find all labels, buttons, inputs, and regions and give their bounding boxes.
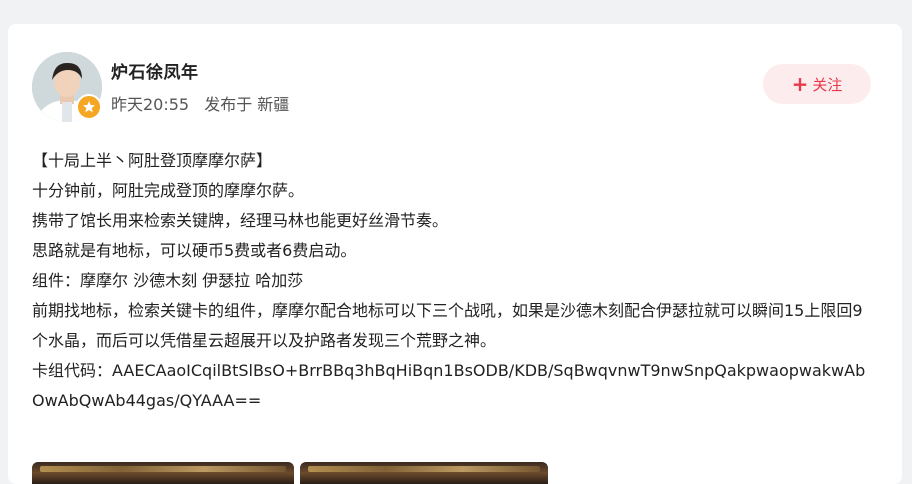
post-time: 昨天20:55: [111, 95, 190, 114]
post-image[interactable]: [32, 462, 294, 484]
post-line: 十分钟前，阿肚完成登顶的摩摩尔萨。: [32, 181, 305, 200]
post-line: 前期找地标，检索关键卡的组件，摩摩尔配合地标可以下三个战吼，如果是沙德木刻配合伊…: [32, 301, 863, 350]
post-line: 思路就是有地标，可以硬币5费或者6费启动。: [32, 241, 357, 260]
verified-badge-icon: [76, 94, 102, 120]
post-line: 组件：摩摩尔 沙德木刻 伊瑟拉 哈加莎: [32, 271, 304, 290]
follow-label: 关注: [812, 75, 843, 94]
post-image[interactable]: [300, 462, 548, 484]
plus-icon: +: [791, 72, 809, 96]
post-card: 炉石徐凤年 昨天20:55 发布于 新疆 + 关注 【十局上半丶阿肚登顶摩摩尔萨…: [8, 24, 902, 484]
deck-code-line: 卡组代码：AAECAaoICqilBtSlBsO+BrrBBq3hBqHiBqn…: [32, 361, 866, 410]
post-location: 发布于 新疆: [204, 95, 290, 114]
follow-button[interactable]: + 关注: [763, 64, 871, 104]
image-gallery: [32, 462, 552, 484]
post-title-line: 【十局上半丶阿肚登顶摩摩尔萨】: [32, 151, 273, 170]
post-meta: 昨天20:55 发布于 新疆: [111, 91, 299, 115]
author-name[interactable]: 炉石徐凤年: [111, 58, 199, 83]
post-content: 【十局上半丶阿肚登顶摩摩尔萨】 十分钟前，阿肚完成登顶的摩摩尔萨。 携带了馆长用…: [32, 146, 872, 416]
post-line: 携带了馆长用来检索关键牌，经理马林也能更好丝滑节奏。: [32, 211, 449, 230]
